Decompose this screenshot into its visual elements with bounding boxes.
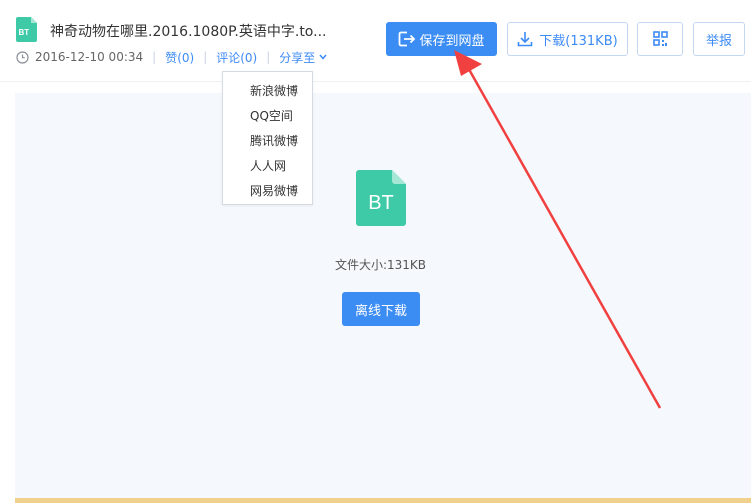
qr-code-button[interactable] xyxy=(637,22,683,56)
divider: | xyxy=(203,50,208,64)
download-button[interactable]: 下载(131KB) xyxy=(507,22,628,56)
share-label: 分享至 xyxy=(279,50,316,65)
share-menu-item[interactable]: 网易微博 xyxy=(223,179,312,204)
divider: | xyxy=(152,50,157,64)
file-header: BT 神奇动物在哪里.2016.1080P.英语中字.to... 2016-12… xyxy=(0,0,751,82)
share-menu-item[interactable]: 新浪微博 xyxy=(223,79,312,104)
bottom-strip xyxy=(15,498,751,503)
save-to-cloud-button[interactable]: 保存到网盘 xyxy=(386,22,497,56)
svg-text:BT: BT xyxy=(19,28,30,37)
save-label: 保存到网盘 xyxy=(419,33,485,49)
save-to-cloud-icon xyxy=(399,31,416,47)
file-title: 神奇动物在哪里.2016.1080P.英语中字.to... xyxy=(50,24,327,40)
clock-icon xyxy=(16,50,29,64)
download-label: 下载(131KB) xyxy=(539,33,618,49)
share-menu-item[interactable]: 人人网 xyxy=(223,154,312,179)
bt-file-icon: BT xyxy=(356,170,406,226)
chevron-down-icon xyxy=(319,54,327,60)
file-meta: 2016-12-10 00:34 | 赞(0) | 评论(0) | 分享至 xyxy=(16,49,327,65)
share-dropdown-toggle[interactable]: 分享至 xyxy=(279,49,327,66)
divider: | xyxy=(266,50,271,64)
report-button[interactable]: 举报 xyxy=(693,22,745,56)
download-icon xyxy=(517,32,533,47)
share-menu: 新浪微博 QQ空间 腾讯微博 人人网 网易微博 xyxy=(222,71,313,205)
qr-code-icon xyxy=(652,31,668,46)
file-size: 文件大小:131KB xyxy=(334,258,427,272)
like-link[interactable]: 赞(0) xyxy=(165,49,194,66)
share-menu-item[interactable]: QQ空间 xyxy=(223,104,312,129)
bt-file-icon: BT xyxy=(16,17,37,42)
share-menu-item[interactable]: 腾讯微博 xyxy=(223,129,312,154)
offline-download-button[interactable]: 离线下载 xyxy=(342,292,420,326)
svg-text:BT: BT xyxy=(368,192,394,214)
comment-link[interactable]: 评论(0) xyxy=(216,49,257,66)
upload-date: 2016-12-10 00:34 xyxy=(35,50,144,64)
